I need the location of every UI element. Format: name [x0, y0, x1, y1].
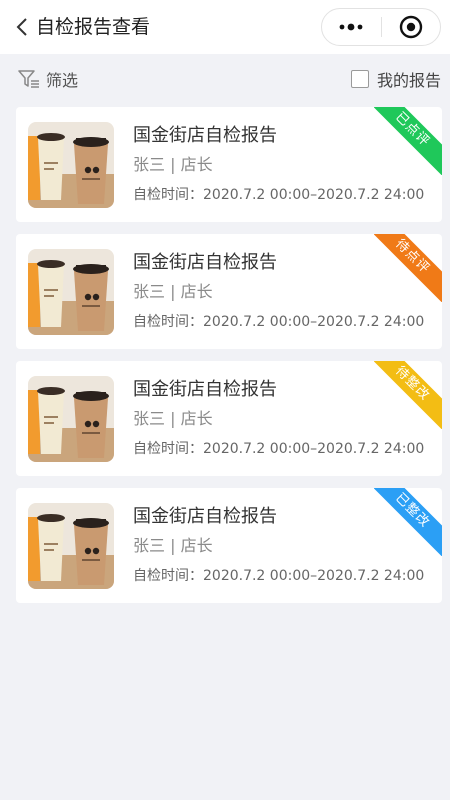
status-ribbon: 待整改: [374, 361, 442, 429]
report-time: 自检时间：2020.7.2 00:00–2020.7.2 24:00: [133, 566, 424, 586]
filter-label: 筛选: [46, 71, 79, 90]
my-report-label: 我的报告: [376, 71, 441, 90]
time-value: 2020.7.2 00:00–2020.7.2 24:00: [203, 314, 425, 330]
filter-toolbar: 筛选 我的报告: [0, 54, 450, 104]
time-value: 2020.7.2 00:00–2020.7.2 24:00: [203, 568, 425, 584]
report-card[interactable]: 国金街店自检报告 张三 | 店长 自检时间：2020.7.2 00:00–2020.…: [16, 488, 442, 603]
status-badge: 已点评: [374, 107, 442, 175]
report-person: 张三 | 店长: [133, 155, 213, 174]
more-button[interactable]: [322, 9, 381, 45]
status-ribbon: 待点评: [374, 234, 442, 302]
report-person: 张三 | 店长: [133, 536, 213, 555]
capsule-menu: [321, 8, 441, 46]
product-thumbnail: [28, 503, 114, 589]
report-time: 自检时间：2020.7.2 00:00–2020.7.2 24:00: [133, 439, 424, 459]
close-button[interactable]: [381, 9, 440, 45]
status-ribbon: 已整改: [374, 488, 442, 556]
status-ribbon: 已点评: [374, 107, 442, 175]
time-label: 自检时间：: [133, 568, 203, 584]
filter-button[interactable]: 筛选: [18, 67, 78, 91]
target-close-icon: [399, 15, 422, 39]
product-thumbnail: [28, 122, 114, 208]
time-label: 自检时间：: [133, 187, 203, 203]
report-card[interactable]: 国金街店自检报告 张三 | 店长 自检时间：2020.7.2 00:00–2020.…: [16, 107, 442, 222]
report-time: 自检时间：2020.7.2 00:00–2020.7.2 24:00: [133, 312, 424, 332]
time-label: 自检时间：: [133, 314, 203, 330]
my-report-toggle[interactable]: 我的报告: [350, 67, 441, 91]
page-title: 自检报告查看: [36, 16, 151, 38]
report-title: 国金街店自检报告: [133, 125, 277, 146]
filter-icon: [18, 70, 39, 88]
report-title: 国金街店自检报告: [133, 379, 277, 400]
product-thumbnail: [28, 376, 114, 462]
more-dots-icon: [339, 23, 363, 31]
nav-bar: 自检报告查看: [0, 0, 450, 54]
report-title: 国金街店自检报告: [133, 252, 277, 273]
report-card[interactable]: 国金街店自检报告 张三 | 店长 自检时间：2020.7.2 00:00–2020.…: [16, 361, 442, 476]
back-button[interactable]: [12, 14, 32, 40]
report-person: 张三 | 店长: [133, 282, 213, 301]
status-badge: 待整改: [374, 361, 442, 429]
report-title: 国金街店自检报告: [133, 506, 277, 527]
chevron-left-icon: [16, 18, 27, 36]
time-value: 2020.7.2 00:00–2020.7.2 24:00: [203, 187, 425, 203]
status-badge: 已整改: [374, 488, 442, 556]
product-thumbnail: [28, 249, 114, 335]
report-person: 张三 | 店长: [133, 409, 213, 428]
my-report-checkbox[interactable]: [350, 70, 369, 88]
report-time: 自检时间：2020.7.2 00:00–2020.7.2 24:00: [133, 185, 424, 205]
report-card[interactable]: 国金街店自检报告 张三 | 店长 自检时间：2020.7.2 00:00–2020.…: [16, 234, 442, 349]
time-value: 2020.7.2 00:00–2020.7.2 24:00: [203, 441, 425, 457]
time-label: 自检时间：: [133, 441, 203, 457]
status-badge: 待点评: [374, 234, 442, 302]
